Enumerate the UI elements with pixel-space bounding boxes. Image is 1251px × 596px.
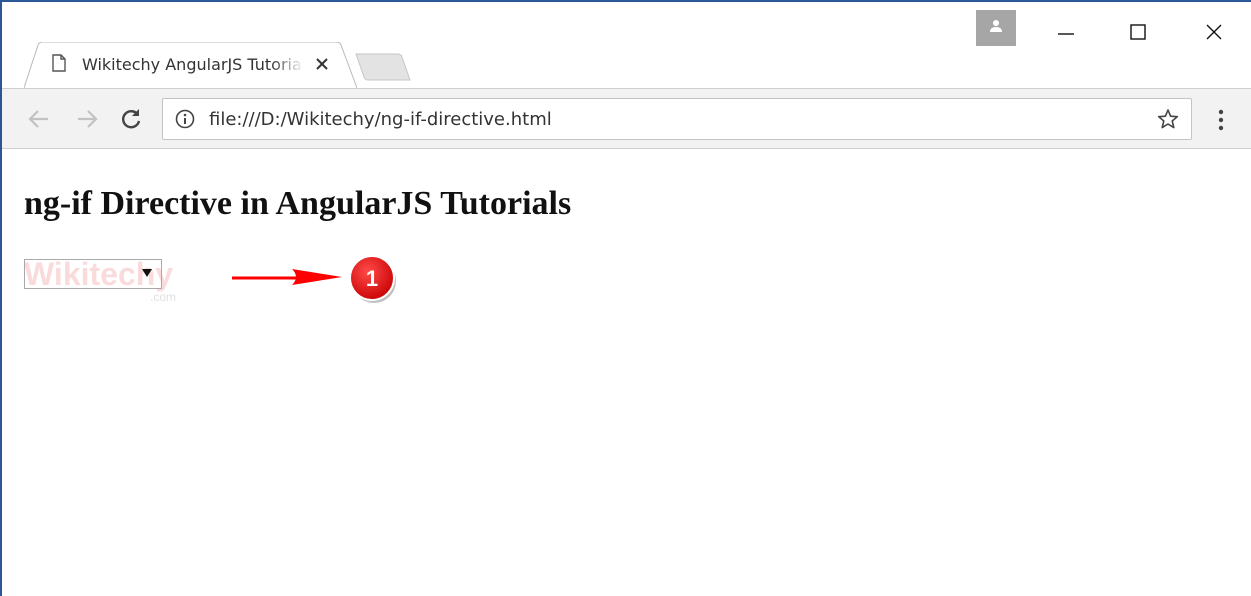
forward-button[interactable] bbox=[74, 106, 100, 132]
title-bar: Wikitechy AngularJS Tutorials bbox=[2, 2, 1251, 88]
dropdown-caret-icon bbox=[142, 269, 152, 277]
page-heading: ng-if Directive in AngularJS Tutorials bbox=[24, 185, 572, 222]
vertical-dots-icon bbox=[1218, 109, 1224, 131]
reload-icon bbox=[122, 109, 141, 129]
maximize-button[interactable] bbox=[1118, 12, 1158, 52]
back-arrow-icon bbox=[28, 110, 48, 128]
profile-button[interactable] bbox=[976, 10, 1016, 46]
minimize-icon bbox=[1058, 33, 1074, 35]
minimize-button[interactable] bbox=[1046, 12, 1086, 52]
forward-arrow-icon bbox=[78, 110, 98, 128]
step-number: 1 bbox=[366, 266, 378, 291]
info-icon[interactable] bbox=[175, 109, 195, 133]
reload-button[interactable] bbox=[118, 106, 144, 132]
new-tab-button[interactable] bbox=[354, 52, 412, 82]
browser-toolbar: file:///D:/Wikitechy/ng-if-directive.htm… bbox=[2, 88, 1251, 149]
page-content: ng-if Directive in AngularJS Tutorials W… bbox=[4, 149, 1251, 596]
url-text: file:///D:/Wikitechy/ng-if-directive.htm… bbox=[209, 109, 552, 130]
address-bar[interactable]: file:///D:/Wikitechy/ng-if-directive.htm… bbox=[162, 98, 1192, 140]
maximize-icon bbox=[1130, 24, 1146, 40]
tab-active[interactable]: Wikitechy AngularJS Tutorials bbox=[24, 42, 357, 88]
window-close-button[interactable] bbox=[1194, 12, 1234, 52]
browser-window: Wikitechy AngularJS Tutorials file:///D:… bbox=[0, 0, 1251, 596]
back-button[interactable] bbox=[26, 106, 52, 132]
person-icon bbox=[990, 20, 1002, 32]
browser-menu-button[interactable] bbox=[1209, 107, 1233, 133]
watermark-domain: .com bbox=[150, 290, 176, 303]
step-number-badge: 1 bbox=[349, 255, 396, 303]
tab-title: Wikitechy AngularJS Tutorials bbox=[82, 55, 304, 74]
page-icon bbox=[52, 54, 66, 76]
close-icon bbox=[1206, 24, 1222, 40]
tab-close-icon[interactable] bbox=[314, 56, 330, 72]
bookmark-star-icon[interactable] bbox=[1157, 108, 1179, 134]
annotation-arrow bbox=[232, 269, 342, 285]
option-select[interactable] bbox=[24, 259, 162, 289]
